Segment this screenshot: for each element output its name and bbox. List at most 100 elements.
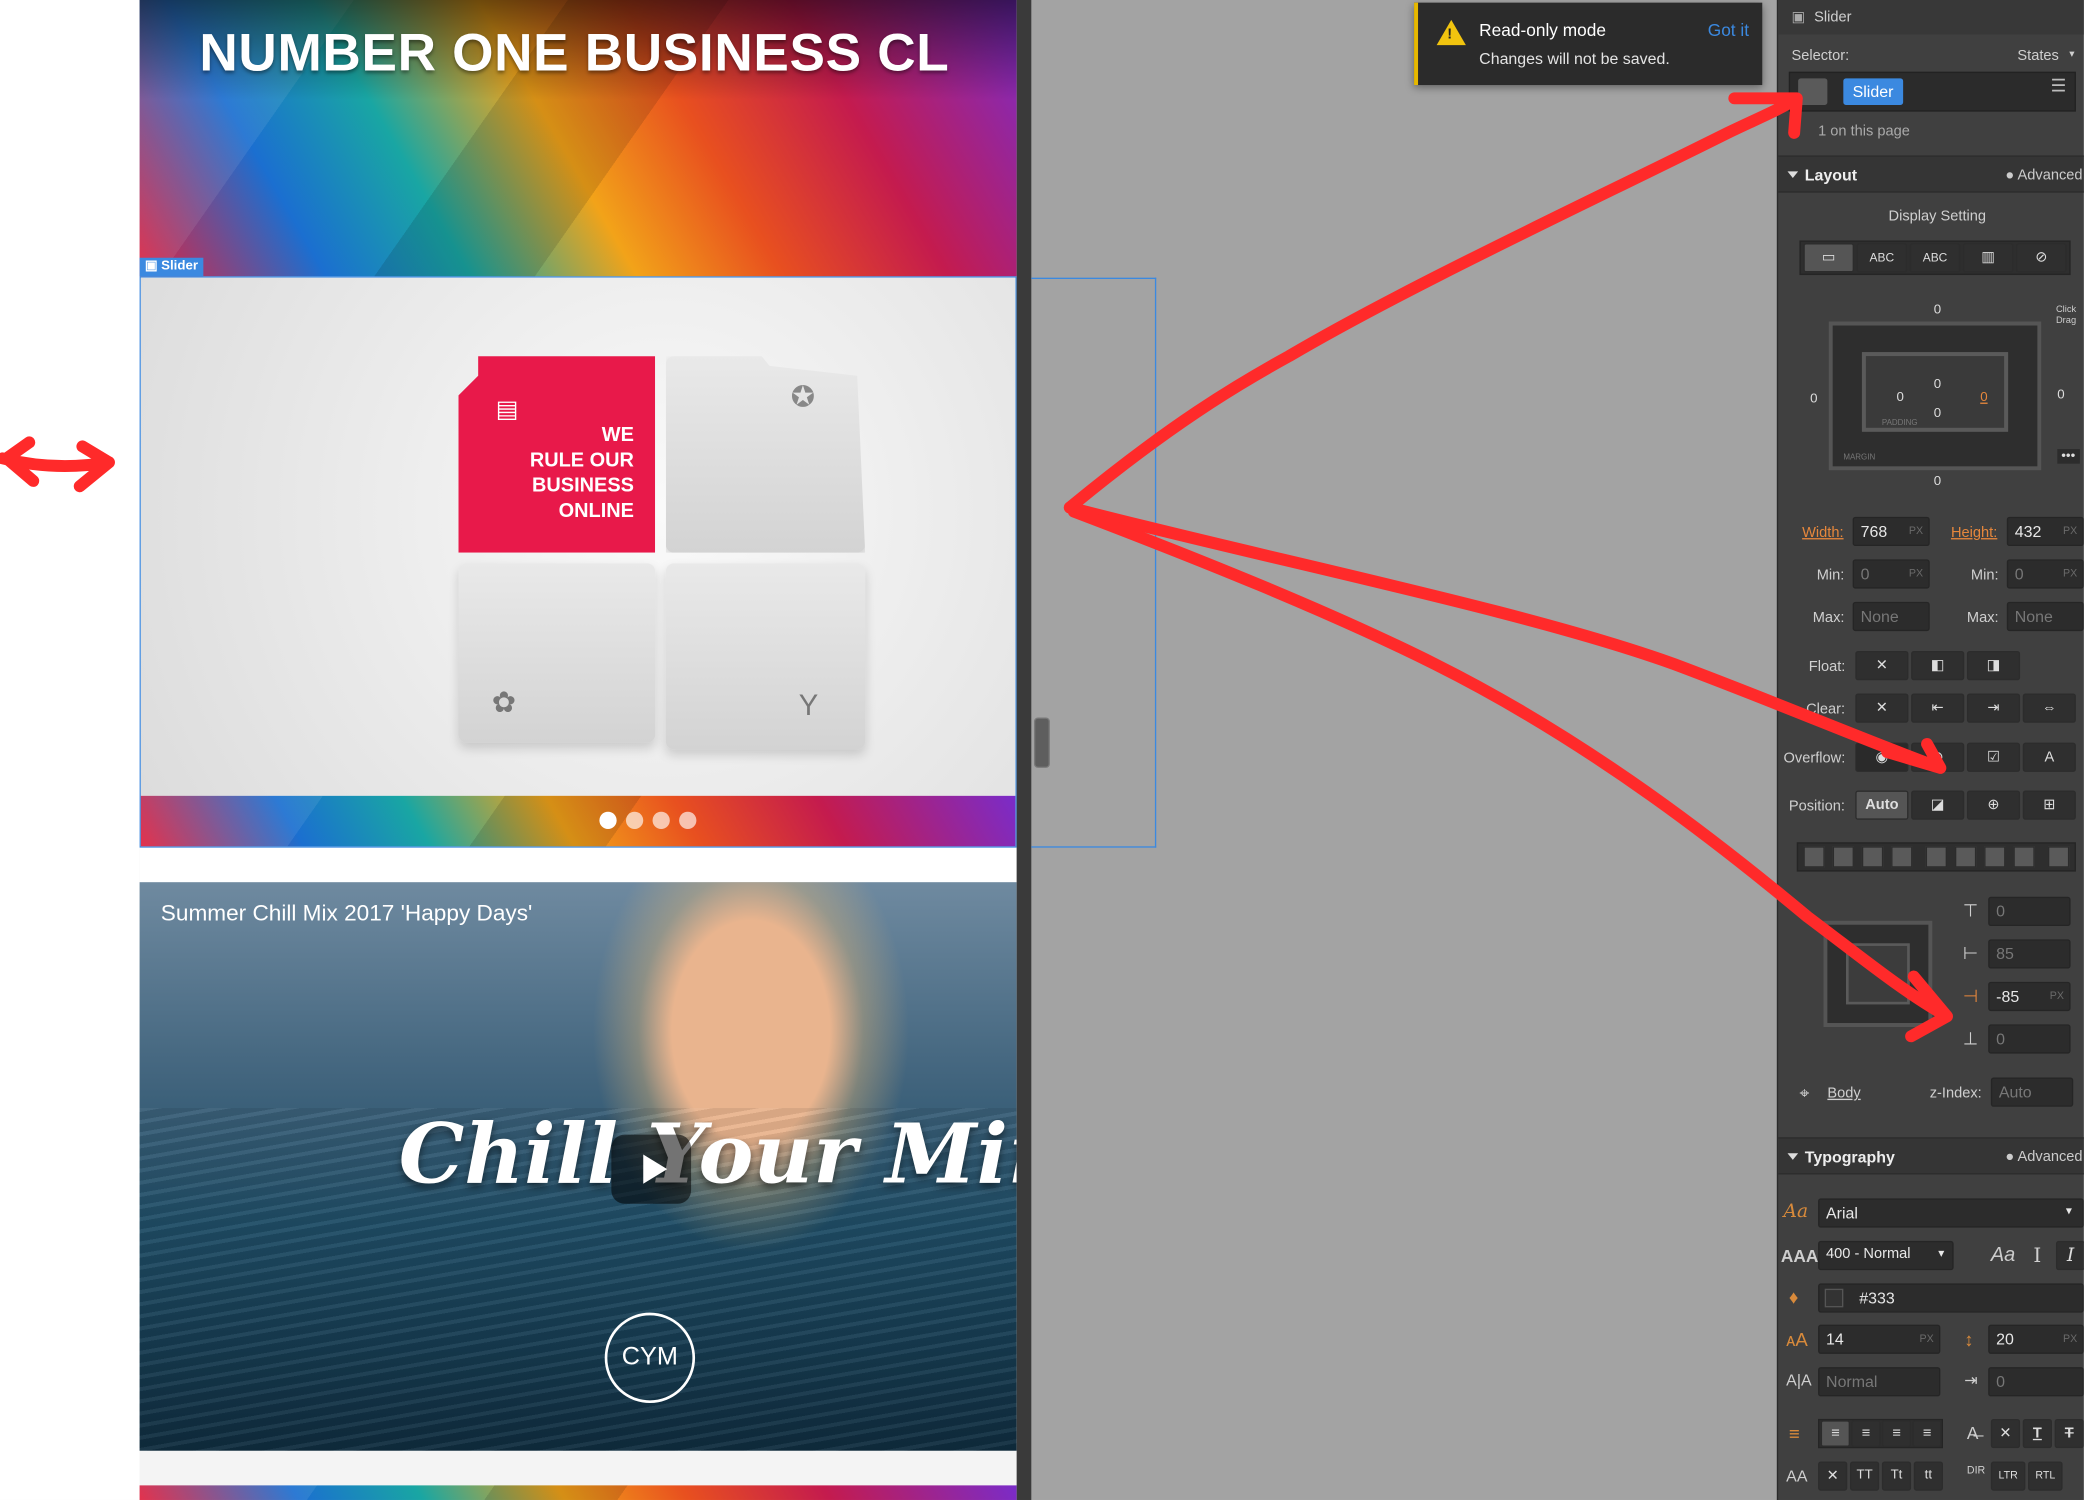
margin-bottom-value[interactable]: 0 [1934,474,1941,489]
color-swatch[interactable] [1824,1288,1844,1308]
editor-window: NUMBER ONE BUSINESS CL ▣ Slider ▤ WE RUL… [0,0,2084,1500]
layout-section-header[interactable]: Layout ● Advanced [1778,155,2084,193]
toast-got-it-link[interactable]: Got it [1708,20,1749,40]
typography-advanced-toggle[interactable]: ● Advanced [2005,1149,2082,1165]
hero-title[interactable]: NUMBER ONE BUSINESS CL [199,24,949,84]
clear-left-icon[interactable]: ⇤ [1911,693,1965,723]
chevron-down-icon[interactable]: ▾ [2069,48,2074,60]
hero-section[interactable]: NUMBER ONE BUSINESS CL [139,0,1017,277]
case-none-button[interactable]: ✕ [1818,1461,1848,1491]
font-weight-select[interactable]: 400 - Normal ▾ [1818,1240,1954,1271]
typography-section-header[interactable]: Typography ● Advanced [1778,1137,2084,1175]
clear-right-icon[interactable]: ⇥ [1966,693,2021,723]
display-inline-block-button[interactable]: ABC [1856,243,1908,273]
padding-top-value[interactable]: 0 [1934,377,1941,392]
case-capitalize-button[interactable]: Tt [1881,1461,1912,1491]
font-color-input[interactable]: #333 [1818,1283,2084,1313]
line-height-input[interactable]: 20 PX [1988,1324,2084,1354]
dir-ltr-button[interactable]: LTR [1990,1461,2026,1491]
preset-right-icon[interactable] [1954,846,1977,868]
float-none-button[interactable]: ✕ [1855,651,1909,681]
clear-both-icon[interactable]: ⇔ [2022,693,2076,723]
slider-element[interactable]: ▤ WE RULE OUR BUSINESS ONLINE ✪ ✿ Y [139,276,1017,848]
text-indent-input[interactable]: 0 [1988,1367,2084,1397]
video-title[interactable]: Summer Chill Mix 2017 'Happy Days' [161,901,532,928]
italic-on-button[interactable]: I [2055,1240,2084,1271]
overflow-visible-icon[interactable]: ◉ [1855,742,1909,772]
relative-to-link[interactable]: Body [1827,1085,1860,1101]
zindex-input[interactable]: Auto [1990,1077,2074,1107]
bottom-offset-input[interactable]: 0 [1988,1024,2071,1054]
selector-field[interactable]: Slider ☰ [1788,71,2076,112]
left-offset-input[interactable]: 85 [1988,939,2071,969]
slider-dot[interactable] [625,811,644,830]
overflow-hidden-icon[interactable]: ⊘ [1911,742,1965,772]
preset-left-icon[interactable] [1925,846,1947,868]
states-dropdown[interactable]: States [2017,48,2058,64]
height-input[interactable]: 432 PX [2006,516,2084,547]
overflow-auto-icon[interactable]: A [2022,742,2076,772]
selector-menu-icon[interactable]: ☰ [2051,76,2066,97]
float-left-icon[interactable]: ◧ [1911,651,1965,681]
display-inline-button[interactable]: ABC [1909,243,1961,273]
slider-dot[interactable] [652,811,670,830]
video-embed[interactable]: Summer Chill Mix 2017 'Happy Days' Chill… [139,882,1017,1451]
padding-right-value[interactable]: 0 [1980,391,1987,406]
padding-box[interactable]: 0 0 0 0 PADDING [1861,352,2009,432]
slider-dot[interactable] [679,811,697,830]
preset-full-icon[interactable] [2047,846,2070,868]
slide[interactable]: ▤ WE RULE OUR BUSINESS ONLINE ✪ ✿ Y [140,277,1016,796]
selector-chip[interactable]: Slider [1843,78,1903,105]
min-width-input[interactable]: 0 PX [1852,559,1930,589]
overflow-scroll-icon[interactable]: ☑ [1966,742,2021,772]
letter-spacing-input[interactable]: Normal [1818,1367,1941,1397]
play-button[interactable] [611,1134,692,1204]
margin-top-value[interactable]: 0 [1934,303,1941,318]
position-absolute-icon[interactable]: ⊕ [1966,790,2021,820]
case-lowercase-button[interactable]: tt [1913,1461,1943,1491]
slider-dot[interactable] [599,811,617,830]
italic-off-button[interactable]: I [2033,1244,2041,1268]
underline-button[interactable]: T [2022,1418,2052,1449]
margin-right-value[interactable]: 0 [2057,388,2064,403]
preset-top-left-icon[interactable] [1803,846,1825,868]
font-size-input[interactable]: 14 PX [1818,1324,1941,1354]
strikethrough-button[interactable]: T [2054,1418,2084,1449]
preset-bottom-right-icon[interactable] [1891,846,1913,868]
preset-top-right-icon[interactable] [1832,846,1854,868]
case-uppercase-button[interactable]: TT [1849,1461,1880,1491]
position-box[interactable] [1823,920,1933,1028]
right-offset-input[interactable]: -85 PX [1988,981,2071,1012]
decoration-none-button[interactable]: ✕ [1990,1418,2021,1449]
max-width-input[interactable]: None [1852,601,1930,632]
margin-left-value[interactable]: 0 [1810,392,1817,407]
display-block-button[interactable]: ▭ [1803,243,1854,273]
width-input[interactable]: 768 PX [1852,516,1930,547]
float-right-icon[interactable]: ◨ [1966,651,2021,681]
layout-advanced-toggle[interactable]: ● Advanced [2005,167,2082,183]
position-fixed-icon[interactable]: ⊞ [2022,790,2076,820]
display-none-icon[interactable]: ⊘ [2016,243,2067,273]
align-right-button[interactable]: ≡ [1881,1420,1912,1447]
font-family-select[interactable]: Arial ▾ [1818,1198,2084,1228]
top-offset-input[interactable]: 0 [1988,896,2071,927]
preset-bottom-left-icon[interactable] [1861,846,1884,868]
dir-rtl-button[interactable]: RTL [2028,1461,2063,1491]
position-relative-icon[interactable]: ◪ [1911,790,1965,820]
preset-top-icon[interactable] [1984,846,2006,868]
max-height-input[interactable]: None [2006,601,2084,632]
min-height-input[interactable]: 0 PX [2006,559,2084,589]
more-options-icon[interactable]: ••• [2057,449,2080,464]
preset-bottom-icon[interactable] [2013,846,2035,868]
position-auto-button[interactable]: Auto [1855,790,1909,820]
align-left-button[interactable]: ≡ [1820,1420,1850,1447]
align-center-button[interactable]: ≡ [1851,1420,1881,1447]
design-canvas[interactable]: NUMBER ONE BUSINESS CL ▣ Slider ▤ WE RUL… [139,0,1017,1500]
padding-left-value[interactable]: 0 [1896,391,1903,406]
padding-bottom-value[interactable]: 0 [1934,407,1941,422]
align-justify-button[interactable]: ≡ [1912,1420,1942,1447]
margin-box[interactable]: 0 0 0 0 PADDING 0 MARGIN [1810,321,2042,471]
clear-none-button[interactable]: ✕ [1855,693,1909,723]
element-tag-icon[interactable] [1798,78,1828,105]
display-flex-button[interactable]: ▥ [1962,243,2014,273]
